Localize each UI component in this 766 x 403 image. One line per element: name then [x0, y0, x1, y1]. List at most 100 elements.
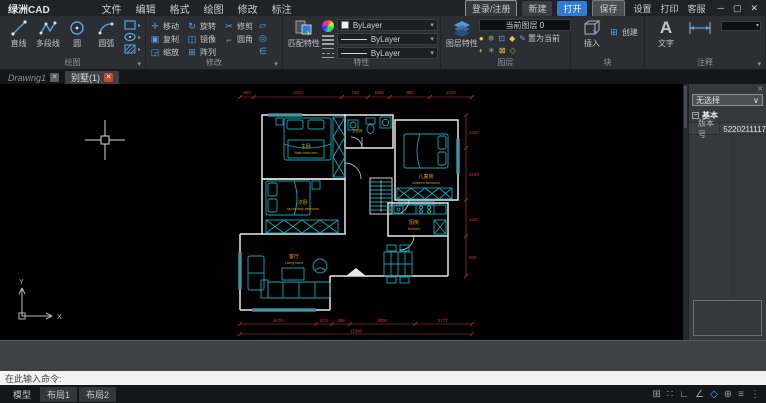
arc-tool[interactable]: 圆弧 [93, 19, 120, 49]
overflow-menu-icon[interactable]: ⋮ [750, 389, 760, 400]
panel-close-icon[interactable]: ✕ [757, 85, 763, 93]
layer-unlock-icon[interactable]: ⊠ [499, 46, 506, 56]
lineweight-icon[interactable]: ≡ [738, 389, 744, 400]
current-layer-display[interactable]: 当前图层 0 [478, 19, 571, 31]
match-properties-tool[interactable]: 匹配特性 [288, 19, 320, 49]
circle-tool[interactable]: 圆 [64, 19, 91, 49]
rectangle-tool[interactable]: ▸ [124, 20, 141, 30]
color-dropdown[interactable]: ByLayer ▾ [336, 19, 438, 31]
titlebar: 绿洲CAD 文件 编辑 格式 绘图 修改 标注 登录/注册 新建 打开 保存 设… [0, 0, 766, 17]
text-icon: A [659, 18, 673, 37]
fillet-tool[interactable]: ⌐ 圆角 [224, 34, 253, 45]
dropdown-arrow-icon[interactable]: ▸ [138, 34, 141, 41]
grid-icon[interactable]: ⊞ [653, 389, 661, 400]
rotate-tool[interactable]: ↻ 旋转 [187, 21, 216, 32]
menu-file[interactable]: 文件 [102, 1, 122, 16]
panel-label-layers[interactable]: 图层 [441, 57, 570, 68]
polar-icon[interactable]: ∠ [695, 389, 704, 400]
menu-edit[interactable]: 编辑 [136, 1, 156, 16]
label-kitchen: 厨房 [409, 219, 419, 226]
login-register-button[interactable]: 登录/注册 [464, 0, 518, 17]
chevron-down-icon: ∨ [753, 95, 759, 105]
panel-expand-icon[interactable]: ▾ [274, 60, 278, 68]
arc-icon [98, 22, 114, 35]
menu-draw[interactable]: 绘图 [204, 1, 224, 16]
model-tab[interactable]: 模型 [6, 387, 38, 402]
copy-tool[interactable]: ▣ 复制 [150, 34, 179, 45]
selection-dropdown[interactable]: 无选择 ∨ [692, 94, 763, 106]
menu-format[interactable]: 格式 [170, 1, 190, 16]
layer-isolate-icon[interactable]: ◇ [510, 46, 516, 56]
osnap-icon[interactable]: ◇ [710, 389, 718, 400]
tab-close-icon[interactable]: ✕ [104, 73, 114, 82]
save-file-button[interactable]: 保存 [592, 0, 625, 17]
otrack-icon[interactable]: ⊕ [724, 389, 732, 400]
erase-tool[interactable]: ▱ [259, 20, 267, 30]
doc-tab-active[interactable]: 别墅(1) ✕ [65, 71, 120, 84]
support-link[interactable]: 客服 [688, 2, 706, 15]
panel-expand-icon[interactable]: ▾ [757, 60, 761, 68]
scrollbar-thumb[interactable] [684, 86, 687, 128]
panel-label-draw[interactable]: 绘图 ▾ [0, 57, 145, 68]
line-tool[interactable]: 直线 [5, 19, 32, 49]
panel-label-annotate[interactable]: 注释 ▾ [645, 57, 765, 68]
new-file-button[interactable]: 新建 [522, 0, 553, 16]
doc-tab-drawing1[interactable]: Drawing1 ✕ [2, 71, 65, 84]
lineweight-dropdown[interactable]: ByLayer ▾ [336, 33, 438, 45]
label-living: 客厅 [289, 253, 299, 260]
move-tool[interactable]: ✛ 移动 [150, 21, 179, 32]
panel-label-properties[interactable]: 特性 [283, 57, 440, 68]
lineweight-list-icon[interactable] [321, 35, 334, 45]
dimension-style-dropdown[interactable] [721, 21, 761, 31]
svg-text:Main bedroom: Main bedroom [295, 151, 318, 155]
layer-properties-tool[interactable]: 图层特性 [446, 19, 478, 49]
layer-color-icon[interactable]: ◆ [509, 34, 515, 44]
layer-lock-icon[interactable]: ⊡ [498, 34, 505, 44]
panel-expand-icon[interactable]: ▾ [137, 60, 141, 68]
polyline-tool[interactable]: 多段线 [34, 19, 61, 49]
settings-link[interactable]: 设置 [634, 2, 652, 15]
set-current-layer-button[interactable]: ✎ 置为当前 [519, 33, 560, 44]
svg-text:1012: 1012 [319, 318, 329, 323]
layer-off-icon[interactable]: ◐ [479, 46, 484, 56]
layout1-tab[interactable]: 布局1 [40, 386, 78, 402]
layer-on-icon[interactable]: ● [479, 34, 484, 44]
ortho-icon[interactable]: ∟ [679, 389, 689, 400]
maximize-icon[interactable]: ▢ [733, 3, 742, 14]
mirror-tool[interactable]: ◫ 镜像 [187, 34, 216, 45]
command-history[interactable] [0, 340, 766, 371]
drawing-canvas[interactable]: 900 3310 740 1660 860 2100 4670 1012 858… [0, 84, 683, 340]
chevron-down-icon[interactable]: ▾ [430, 35, 434, 43]
minimize-icon[interactable]: ─ [718, 3, 724, 14]
layout2-tab[interactable]: 布局2 [79, 386, 117, 402]
menu-modify[interactable]: 修改 [238, 1, 258, 16]
print-link[interactable]: 打印 [661, 2, 679, 15]
menu-annotate[interactable]: 标注 [272, 1, 292, 16]
trim-tool[interactable]: ✂ 修剪 [224, 21, 253, 32]
ellipse-tool[interactable]: ▸ [124, 32, 141, 42]
panel-label-block[interactable]: 块 [571, 57, 644, 68]
hatch-tool[interactable]: ▸ [124, 44, 141, 54]
tab-close-icon[interactable]: ✕ [50, 73, 60, 82]
close-icon[interactable]: ✕ [750, 3, 758, 14]
layer-thaw-icon[interactable]: ☀ [488, 46, 495, 56]
dropdown-arrow-icon[interactable]: ▸ [138, 22, 141, 29]
panel-label-modify[interactable]: 修改 ▾ [146, 57, 282, 68]
dimension-tool[interactable] [684, 19, 716, 37]
text-tool[interactable]: A 文字 [650, 19, 682, 49]
layer-freeze-icon[interactable]: ❄ [488, 34, 495, 44]
ring-icon: ◎ [259, 33, 267, 43]
command-input[interactable]: 在此输入命令: [0, 371, 766, 385]
create-block-tool[interactable]: ⊞ 创建 [609, 27, 638, 38]
chevron-down-icon[interactable]: ▾ [430, 21, 434, 29]
walls [239, 114, 459, 311]
block-cube-icon [584, 20, 601, 35]
color-wheel-icon[interactable] [321, 20, 334, 32]
dropdown-arrow-icon[interactable]: ▸ [138, 46, 141, 53]
open-file-button[interactable]: 打开 [557, 0, 588, 16]
donut-tool[interactable]: ◎ [259, 33, 267, 43]
snap-icon[interactable]: ∷ [667, 389, 673, 400]
offset-tool[interactable]: ∈ [259, 46, 267, 56]
insert-block-tool[interactable]: 插入 [576, 19, 608, 49]
chevron-down-icon[interactable]: ▾ [430, 49, 434, 57]
